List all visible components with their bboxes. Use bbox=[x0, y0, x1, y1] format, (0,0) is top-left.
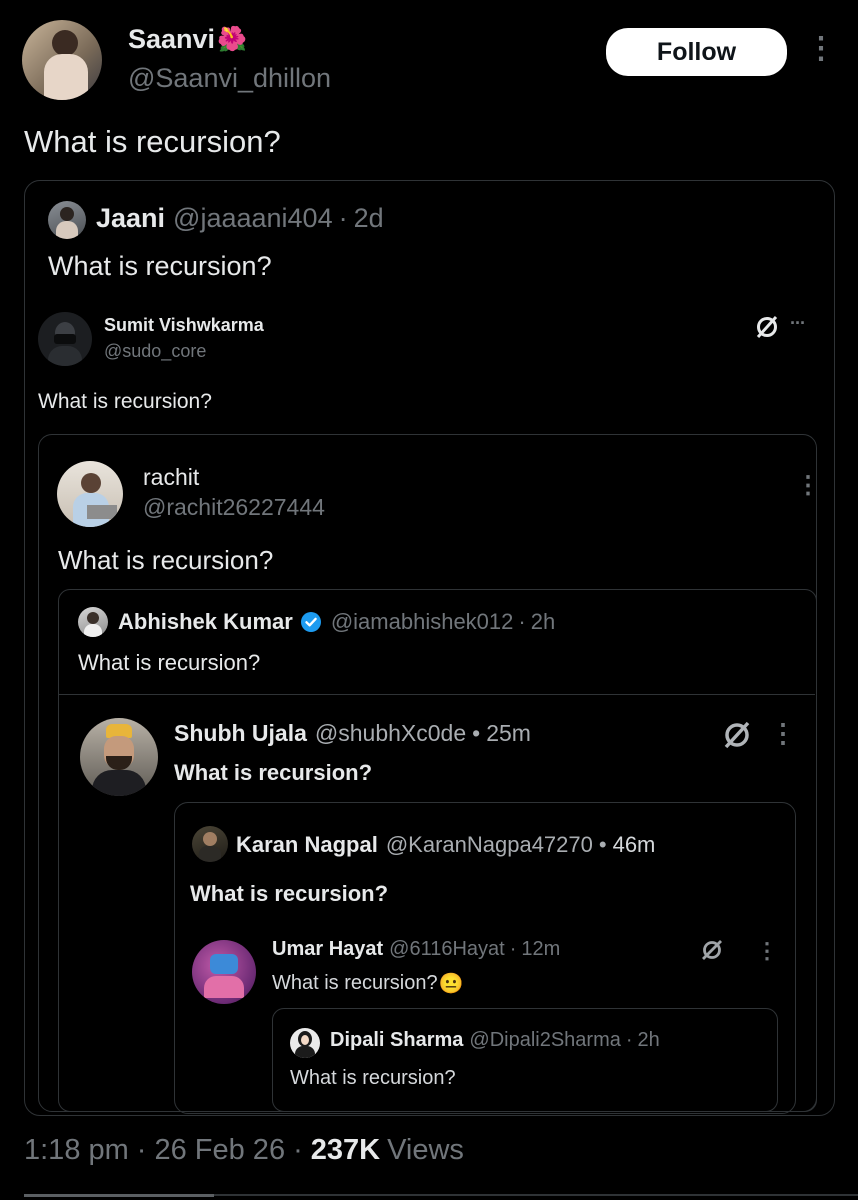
sumit-name[interactable]: Sumit Vishwkarma bbox=[104, 315, 264, 336]
karan-text: What is recursion? bbox=[190, 881, 389, 906]
umar-separator: · bbox=[509, 938, 517, 960]
jaani-name[interactable]: Jaani bbox=[96, 203, 165, 234]
abhishek-avatar bbox=[78, 607, 108, 637]
jaani-separator: · bbox=[338, 203, 348, 233]
rachit-avatar bbox=[57, 461, 123, 527]
sumit-text: What is recursion? bbox=[38, 390, 212, 413]
dipali-text: What is recursion? bbox=[290, 1067, 456, 1089]
more-options-icon[interactable]: ⋮ bbox=[806, 34, 836, 64]
abhishek-text: What is recursion? bbox=[78, 650, 261, 675]
umar-name[interactable]: Umar Hayat bbox=[272, 938, 383, 961]
jaani-time[interactable]: 2d bbox=[354, 203, 384, 234]
dipali-time[interactable]: 2h bbox=[638, 1029, 660, 1052]
jaani-text: What is recursion? bbox=[48, 251, 272, 281]
author-handle[interactable]: @Saanvi_dhillon bbox=[128, 63, 331, 94]
abhishek-handle[interactable]: @iamabhishek012 bbox=[331, 609, 514, 635]
rachit-name[interactable]: rachit bbox=[143, 464, 199, 491]
sumit-avatar bbox=[38, 312, 92, 366]
flower-emoji: 🌺 bbox=[217, 26, 247, 53]
karan-handle[interactable]: @KaranNagpa47270 bbox=[386, 832, 593, 858]
abhishek-name[interactable]: Abhishek Kumar bbox=[118, 609, 293, 635]
jaani-avatar bbox=[48, 201, 86, 239]
abhishek-separator: · bbox=[518, 609, 526, 634]
sumit-handle[interactable]: @sudo_core bbox=[104, 341, 206, 362]
abhishek-divider bbox=[58, 694, 815, 695]
post-text: What is recursion? bbox=[24, 124, 281, 159]
shubh-separator: • bbox=[472, 720, 481, 746]
shubh-name[interactable]: Shubh Ujala bbox=[174, 720, 307, 747]
umar-time[interactable]: 12m bbox=[521, 938, 560, 961]
grok-icon[interactable] bbox=[754, 314, 780, 340]
rachit-text: What is recursion? bbox=[58, 545, 274, 575]
shubh-text: What is recursion? bbox=[174, 760, 373, 785]
footer-separator: · bbox=[136, 1134, 147, 1166]
shubh-avatar bbox=[80, 718, 158, 796]
karan-avatar bbox=[192, 826, 228, 862]
karan-name[interactable]: Karan Nagpal bbox=[236, 832, 378, 858]
umar-avatar bbox=[192, 940, 256, 1004]
neutral-face-emoji: 😐 bbox=[438, 973, 464, 995]
shubh-time[interactable]: 25m bbox=[486, 720, 531, 747]
umar-text: What is recursion? bbox=[272, 972, 438, 994]
shubh-handle[interactable]: @shubhXc0de bbox=[315, 720, 466, 747]
author-avatar[interactable] bbox=[22, 20, 102, 100]
rachit-handle[interactable]: @rachit26227444 bbox=[143, 494, 325, 521]
quote-card-dipali[interactable] bbox=[272, 1008, 778, 1112]
grok-icon[interactable] bbox=[700, 938, 724, 962]
verified-badge-icon bbox=[300, 612, 321, 632]
shubh-more-icon[interactable]: ⋮ bbox=[770, 720, 796, 746]
dipali-avatar bbox=[290, 1028, 320, 1058]
post-date[interactable]: 26 Feb 26 bbox=[154, 1134, 285, 1167]
scroll-indicator bbox=[24, 1194, 214, 1197]
abhishek-time[interactable]: 2h bbox=[531, 609, 555, 635]
rachit-more-icon[interactable]: ⋮ bbox=[796, 474, 820, 498]
dipali-name[interactable]: Dipali Sharma bbox=[330, 1029, 463, 1052]
dipali-handle[interactable]: @Dipali2Sharma bbox=[469, 1029, 620, 1052]
karan-separator: • bbox=[598, 832, 607, 857]
dipali-separator: · bbox=[625, 1029, 633, 1051]
footer-separator: · bbox=[293, 1134, 303, 1166]
sumit-more-icon[interactable]: ··· bbox=[790, 314, 806, 332]
grok-icon[interactable] bbox=[721, 719, 753, 751]
follow-button[interactable]: Follow bbox=[606, 28, 787, 76]
karan-time[interactable]: 46m bbox=[613, 832, 656, 858]
umar-handle[interactable]: @6116Hayat bbox=[389, 938, 505, 961]
views-count[interactable]: 237K bbox=[311, 1134, 380, 1167]
umar-more-icon[interactable]: ⋮ bbox=[756, 940, 778, 962]
views-label: Views bbox=[387, 1134, 464, 1166]
author-name[interactable]: Saanvi bbox=[128, 24, 215, 55]
jaani-handle[interactable]: @jaaaani404 bbox=[173, 203, 333, 234]
post-time[interactable]: 1:18 pm bbox=[24, 1134, 129, 1167]
